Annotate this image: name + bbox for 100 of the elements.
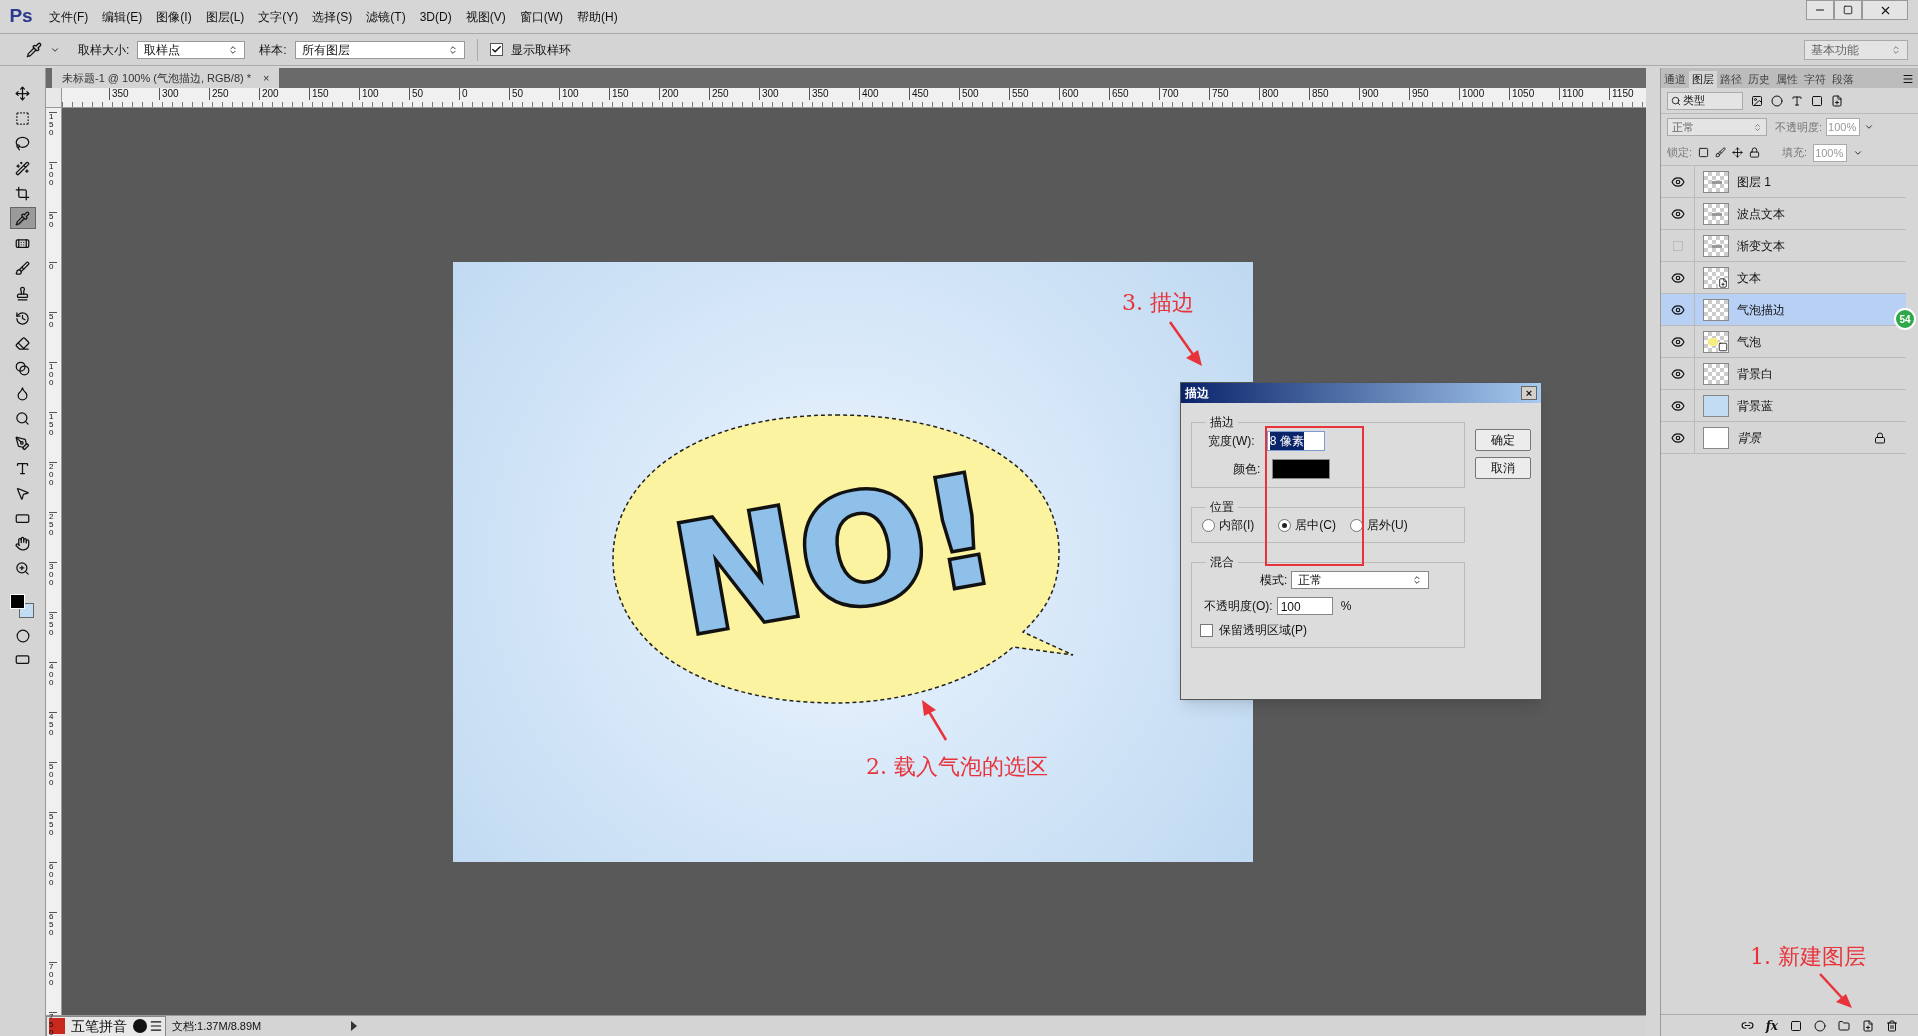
annotation-text: 3. 描边 — [1122, 289, 1194, 317]
ruler-label: 1000 — [1459, 88, 1485, 100]
app-logo: Ps — [8, 4, 34, 29]
fx-button[interactable]: fx — [1765, 1016, 1778, 1035]
document-size: 文档:1.37M/8.89M — [172, 1018, 262, 1034]
panel-tab[interactable]: 图层 — [1689, 71, 1717, 88]
ruler-label: 250 — [209, 88, 229, 100]
lock-label: 锁定: — [1667, 145, 1693, 161]
ruler-label: 250 — [709, 88, 729, 100]
ruler-label: 900 — [1359, 88, 1379, 100]
ruler-label: 50 — [509, 88, 524, 100]
menu-item[interactable]: 图像(I) — [150, 7, 198, 26]
ruler-label: 650 — [1109, 88, 1129, 100]
ruler-label: 100 — [359, 88, 379, 100]
menu-item[interactable]: 文件(F) — [43, 7, 95, 26]
workspace-select[interactable]: 基本功能 — [1804, 39, 1908, 60]
ruler-label: 100 — [49, 162, 57, 187]
ruler-label: 800 — [1259, 88, 1279, 100]
ruler-label: 50 — [49, 212, 57, 229]
dialog-button[interactable]: 确定 — [1475, 429, 1531, 451]
radio-label: 内部(I) — [1219, 517, 1255, 534]
ruler-label: 1100 — [1559, 88, 1584, 100]
opacity-label: 不透明度(O): — [1204, 598, 1273, 615]
tab-close[interactable]: × — [263, 69, 270, 87]
ruler-label: 100 — [49, 362, 57, 387]
width-label: 宽度(W): — [1208, 433, 1255, 450]
ruler-label: 450 — [49, 712, 57, 737]
radio-label: 居中(C) — [1295, 517, 1336, 534]
menu-item[interactable]: 滤镜(T) — [360, 7, 412, 26]
panel-tab[interactable]: 通道 — [1661, 71, 1689, 88]
width-input[interactable]: 8 像素 — [1266, 431, 1325, 451]
layer-name: 波点文本 — [1737, 205, 1786, 223]
menu-item[interactable]: 选择(S) — [306, 7, 359, 26]
menu-item[interactable]: 图层(L) — [199, 7, 251, 26]
ruler-label: 200 — [49, 462, 57, 487]
layer-row[interactable]: 背景蓝 — [1661, 390, 1906, 422]
ruler-label: 350 — [49, 612, 57, 637]
panel-tab[interactable]: 段落 — [1829, 71, 1857, 88]
ruler-label: 150 — [49, 112, 57, 137]
ruler-label: 50 — [409, 88, 424, 100]
ruler-label: 150 — [309, 88, 329, 100]
ruler-label: 1050 — [1509, 88, 1535, 100]
ruler-label: 0 — [459, 88, 468, 100]
menu-item[interactable]: 帮助(H) — [571, 7, 624, 26]
panel-tab[interactable]: 路径 — [1717, 71, 1745, 88]
ime-mode[interactable]: 五笔拼音 — [67, 1015, 131, 1036]
panel-tab[interactable]: 历史 — [1745, 71, 1773, 88]
sample-select[interactable]: 所有图层 — [294, 40, 465, 59]
panel-tab[interactable]: 字符 — [1801, 71, 1829, 88]
layer-row[interactable]: 背景 — [1661, 422, 1906, 454]
blend-mode-select[interactable]: 正常 — [1667, 118, 1767, 136]
ruler-label: 300 — [159, 88, 179, 100]
ruler-label: 350 — [109, 88, 129, 100]
ruler-label: 450 — [909, 88, 929, 100]
ruler-label: 650 — [49, 912, 57, 937]
mode-select[interactable]: 正常 — [1291, 571, 1430, 589]
radio-label: 居外(U) — [1367, 517, 1408, 534]
ruler-label: 750 — [1209, 88, 1229, 100]
layer-row[interactable]: 背景白 — [1661, 358, 1906, 390]
document-tab[interactable]: 未标题-1 @ 100% (气泡描边, RGB/8) * × — [52, 68, 280, 88]
opacity-input[interactable]: 100 — [1276, 597, 1333, 615]
sample-size-label: 取样大小: — [78, 41, 130, 59]
ruler-label: 350 — [809, 88, 829, 100]
sample-size-select[interactable]: 取样点 — [137, 40, 246, 59]
layer-name: 文本 — [1737, 269, 1762, 287]
panel-tab[interactable]: 属性 — [1773, 71, 1801, 88]
fill-label: 填充: — [1782, 145, 1808, 161]
layer-name: 背景蓝 — [1737, 397, 1774, 415]
annotation-text: 1. 新建图层 — [1750, 943, 1866, 971]
ruler-label: 50 — [49, 312, 57, 329]
layer-name: 气泡 — [1737, 333, 1762, 351]
menu-item[interactable]: 窗口(W) — [513, 7, 569, 26]
dialog-button[interactable]: 取消 — [1475, 457, 1531, 479]
menu-item[interactable]: 文字(Y) — [252, 7, 305, 26]
percent-label: % — [1340, 598, 1352, 615]
ruler-label: 400 — [859, 88, 879, 100]
ruler-label: 250 — [49, 512, 57, 537]
color-label: 颜色: — [1233, 461, 1261, 478]
ruler-label: 550 — [1009, 88, 1029, 100]
menu-item[interactable]: 3D(D) — [413, 7, 458, 26]
ruler-label: 550 — [49, 812, 57, 837]
ruler-label: 850 — [1309, 88, 1329, 100]
layer-name: 渐变文本 — [1737, 237, 1786, 255]
ruler-label: 150 — [609, 88, 629, 100]
layer-name: 图层 1 — [1737, 173, 1772, 191]
dialog-title: 描边 — [1185, 385, 1209, 402]
layer-row[interactable]: 图层 1 — [1661, 166, 1906, 198]
ruler-label: 700 — [49, 962, 57, 987]
layer-row[interactable]: 波点文本 — [1661, 198, 1906, 230]
ruler-label: 0 — [49, 262, 57, 271]
ruler-label: 950 — [1409, 88, 1429, 100]
menu-item[interactable]: 编辑(E) — [96, 7, 149, 26]
menu-item[interactable]: 视图(V) — [459, 7, 512, 26]
layer-row[interactable]: 气泡 — [1661, 326, 1906, 358]
checkbox-label: 显示取样环 — [510, 41, 571, 59]
layer-row[interactable]: 渐变文本 — [1661, 230, 1906, 262]
ruler-label: 500 — [959, 88, 979, 100]
layer-row[interactable]: 文本 — [1661, 262, 1906, 294]
dialog-close-button[interactable]: × — [1521, 386, 1537, 400]
filter-select[interactable]: 类型 — [1667, 91, 1743, 110]
